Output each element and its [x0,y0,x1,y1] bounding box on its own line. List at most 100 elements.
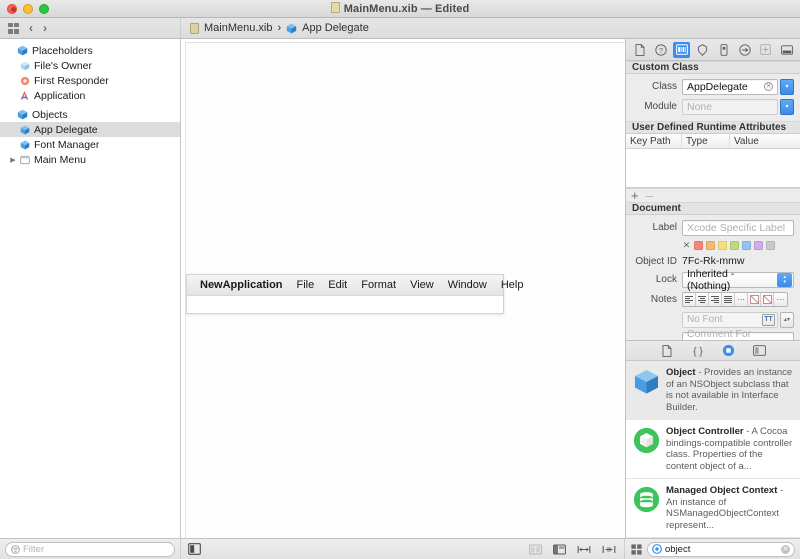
file-inspector-tab[interactable] [631,42,648,58]
menu-item-file[interactable]: File [290,280,322,291]
notes-format-toolbar[interactable]: ⋯ ⋯ [682,292,788,307]
identity-inspector-tab[interactable] [673,42,690,58]
class-input-value: AppDelegate [687,81,748,93]
media-library-tab[interactable] [752,343,767,358]
attributes-inspector-tab[interactable] [694,42,711,58]
library-item-text: Managed Object Context - An instance of … [666,485,795,531]
align-left-button[interactable] [683,293,696,306]
align-right-button[interactable] [709,293,722,306]
label-input[interactable]: Xcode Specific Label [682,220,794,236]
menu-item-window[interactable]: Window [441,280,494,291]
align-center-button[interactable] [696,293,709,306]
interface-builder-canvas[interactable]: NewApplication File Edit Format View Win… [185,42,625,538]
background-color-button[interactable] [761,293,774,306]
size-inspector-tab[interactable] [715,42,732,58]
text-color-button[interactable] [748,293,761,306]
clear-icon[interactable]: ✕ [764,82,773,91]
breadcrumb-item-app-delegate[interactable]: App Delegate [302,22,369,34]
swatch-yellow[interactable] [718,241,727,250]
font-panel-icon[interactable]: TT [762,314,775,326]
swatch-blue[interactable] [742,241,751,250]
sidebar-item-application[interactable]: Application [0,88,180,103]
lock-value: Inherited - (Nothing) [687,268,777,292]
label-color-swatches[interactable]: ✕ [682,241,794,250]
sidebar-item-main-menu[interactable]: ▶ Main Menu [0,152,180,167]
library-panel: { } [626,340,800,538]
constraints-icon[interactable] [529,544,542,555]
menu-item-newapplication[interactable]: NewApplication [193,280,290,291]
menu-item-format[interactable]: Format [354,280,403,291]
swatch-purple[interactable] [754,241,763,250]
remove-attribute-button[interactable]: – [646,189,653,202]
swatch-none[interactable]: ✕ [682,241,691,250]
library-item-object-controller[interactable]: Object Controller - A Cocoa bindings-com… [626,420,800,479]
library-item-object[interactable]: Object - Provides an instance of an NSOb… [626,361,800,420]
outline-group-objects[interactable]: Objects [0,107,180,122]
swatch-green[interactable] [730,241,739,250]
module-dropdown-button[interactable]: ▾ [780,99,794,115]
library-item-list[interactable]: Object - Provides an instance of an NSOb… [626,361,800,538]
font-field[interactable]: No Font TT [682,312,778,328]
main-menu-object[interactable]: NewApplication File Edit Format View Win… [186,274,504,314]
class-input[interactable]: AppDelegate ✕ [682,79,778,95]
add-attribute-button[interactable]: + [631,189,639,202]
outline-filter-input[interactable]: Filter [5,542,175,557]
canvas-mode-icon[interactable] [188,543,201,555]
first-responder-icon [18,76,31,86]
library-filter-bar: object ✕ [625,539,800,559]
forward-button[interactable]: › [43,22,47,34]
sidebar-item-font-manager[interactable]: Font Manager [0,137,180,152]
font-stepper[interactable]: ▴▾ [780,312,794,328]
library-item-managed-object-context[interactable]: Managed Object Context - An instance of … [626,479,800,538]
runtime-attributes-table[interactable]: Key Path Type Value [626,134,800,188]
module-input[interactable]: None [682,99,778,115]
view-effects-inspector-tab[interactable] [778,42,795,58]
more-options-button[interactable]: ⋯ [774,293,787,306]
menu-item-view[interactable]: View [403,280,441,291]
align-justify-button[interactable] [722,293,735,306]
file-template-library-tab[interactable] [659,343,674,358]
align-icon[interactable] [577,544,591,555]
module-field-row: Module None ▾ [626,98,794,115]
align-natural-button[interactable]: ⋯ [735,293,748,306]
sidebar-item-label: Main Menu [34,154,86,166]
comment-input[interactable]: Comment For Localizer [682,332,794,341]
bottom-status-bar: Filter [0,538,800,559]
inspector-panel: ? [625,39,800,538]
xib-file-icon [190,23,199,34]
swatch-gray[interactable] [766,241,775,250]
sidebar-item-files-owner[interactable]: File's Owner [0,58,180,73]
document-section: Label Xcode Specific Label ✕ [626,215,800,340]
cube-icon [18,140,31,150]
breadcrumb-item-xib[interactable]: MainMenu.xib [204,22,272,34]
class-dropdown-button[interactable]: ▾ [780,79,794,95]
connections-inspector-tab[interactable] [736,42,753,58]
library-filter-input[interactable]: object ✕ [647,542,795,557]
grid-icon[interactable] [8,23,19,34]
chevron-updown-icon: ▴▾ [777,273,792,287]
menu-item-edit[interactable]: Edit [321,280,354,291]
library-item-title: Object Controller [666,426,744,437]
back-button[interactable]: ‹ [29,22,33,34]
swatch-orange[interactable] [706,241,715,250]
outline-group-placeholders[interactable]: Placeholders [0,43,180,58]
sidebar-item-app-delegate[interactable]: App Delegate [0,122,180,137]
sidebar-item-first-responder[interactable]: First Responder [0,73,180,88]
swatch-red[interactable] [694,241,703,250]
main-body: Placeholders File's Owner [0,39,800,538]
library-grid-icon[interactable] [631,544,642,555]
document-outline[interactable]: Placeholders File's Owner [0,39,181,538]
disclosure-triangle-icon[interactable]: ▶ [8,156,18,164]
clear-filter-icon[interactable]: ✕ [781,545,790,554]
resolve-issues-icon[interactable] [602,544,616,555]
embed-icon[interactable] [553,544,566,555]
table-empty-body[interactable] [626,149,800,187]
quick-help-inspector-tab[interactable]: ? [652,42,669,58]
object-library-tab[interactable] [721,343,736,358]
xcode-window: MainMenu.xib — Edited ‹ › MainMenu.xib ›… [0,0,800,559]
lock-dropdown[interactable]: Inherited - (Nothing) ▴▾ [682,272,794,288]
code-snippet-library-tab[interactable]: { } [690,343,705,358]
menu-item-help[interactable]: Help [494,280,531,291]
bindings-inspector-tab[interactable] [757,42,774,58]
menu-bar[interactable]: NewApplication File Edit Format View Win… [187,275,503,296]
